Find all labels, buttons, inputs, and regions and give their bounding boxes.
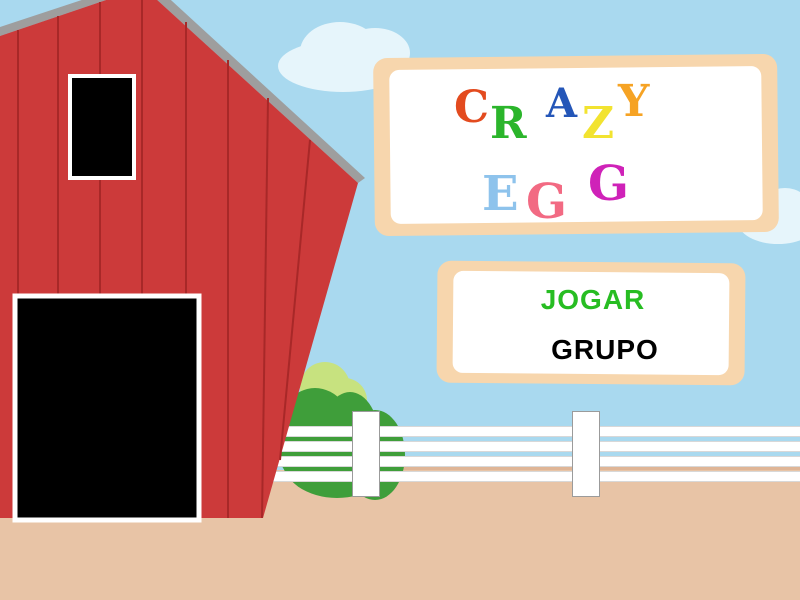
logo-letter: Z bbox=[582, 98, 615, 149]
barn bbox=[0, 0, 365, 523]
logo-letter: G bbox=[526, 174, 567, 230]
game-scene: C R A Z Y E G G JOGAR GRUPO bbox=[0, 0, 800, 600]
logo-letter: C bbox=[454, 82, 490, 133]
logo-letter: A bbox=[546, 80, 578, 127]
barn-door bbox=[12, 293, 202, 523]
logo-letter: G bbox=[588, 156, 629, 212]
game-logo: C R A Z Y E G G bbox=[450, 76, 710, 227]
group-button[interactable]: GRUPO bbox=[453, 334, 743, 366]
fence-post bbox=[572, 411, 600, 497]
menu: JOGAR GRUPO bbox=[453, 270, 729, 376]
logo-letter: E bbox=[482, 166, 519, 222]
play-button[interactable]: JOGAR bbox=[453, 284, 731, 316]
logo-letter: R bbox=[490, 98, 527, 149]
logo-letter: Y bbox=[618, 76, 650, 127]
barn-window bbox=[68, 74, 136, 180]
